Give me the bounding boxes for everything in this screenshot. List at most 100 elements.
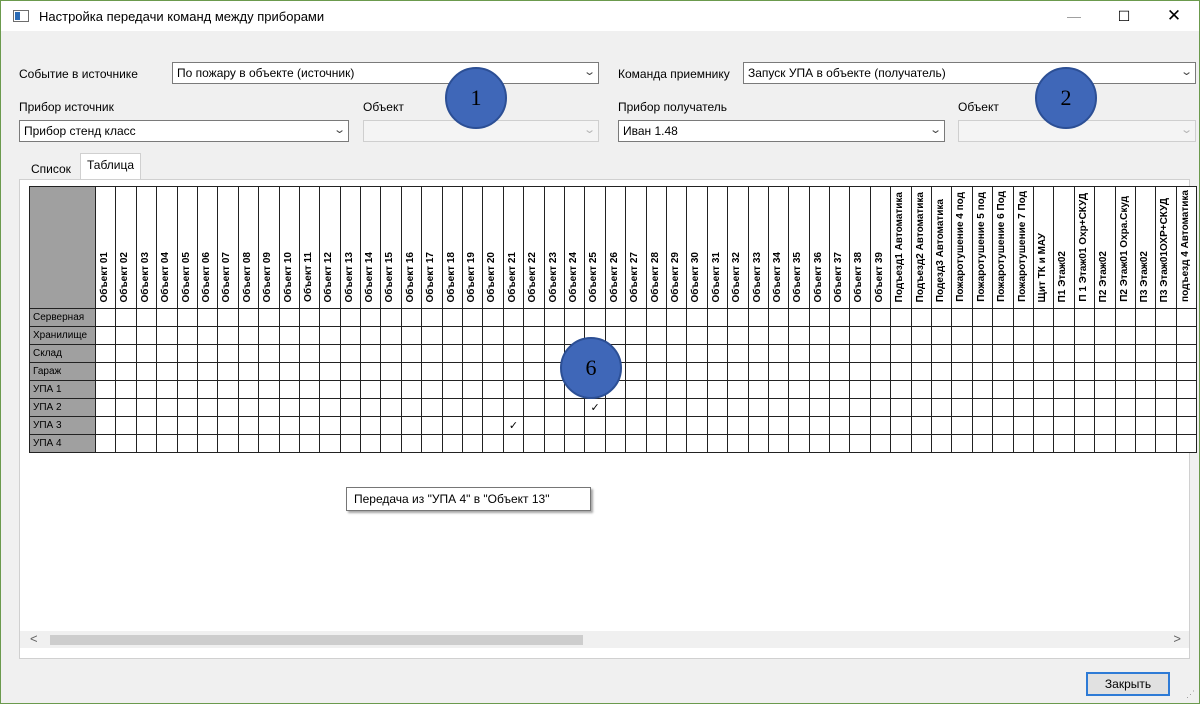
grid-cell[interactable]	[94, 398, 117, 417]
grid-cell[interactable]	[441, 344, 464, 363]
grid-cell[interactable]	[971, 434, 994, 453]
column-header[interactable]: Объект 09	[258, 186, 280, 309]
grid-cell[interactable]	[1073, 416, 1096, 435]
grid-cell[interactable]	[1175, 362, 1198, 381]
grid-cell[interactable]	[767, 344, 790, 363]
grid-cell[interactable]	[319, 362, 341, 381]
grid-cell[interactable]	[462, 434, 484, 453]
row-header[interactable]: Гараж	[29, 362, 96, 381]
grid-cell[interactable]	[788, 416, 810, 435]
grid-cell[interactable]	[1155, 326, 1177, 345]
grid-cell[interactable]	[665, 308, 688, 327]
column-header[interactable]: Объект 10	[278, 186, 300, 309]
grid-cell[interactable]	[298, 434, 321, 453]
grid-cell[interactable]	[1155, 434, 1177, 453]
grid-cell[interactable]	[910, 362, 933, 381]
grid-cell[interactable]	[625, 326, 647, 345]
grid-cell[interactable]	[869, 398, 892, 417]
grid-cell[interactable]	[176, 398, 198, 417]
row-header[interactable]: Склад	[29, 344, 96, 363]
grid-cell[interactable]	[523, 326, 545, 345]
grid-cell[interactable]	[951, 326, 973, 345]
grid-cell[interactable]	[890, 416, 912, 435]
column-header[interactable]: Объект 31	[706, 186, 729, 309]
grid-cell[interactable]	[523, 380, 545, 399]
grid-cell[interactable]	[1134, 362, 1157, 381]
grid-cell[interactable]	[584, 416, 606, 435]
grid-cell[interactable]	[931, 308, 953, 327]
grid-cell[interactable]	[441, 308, 464, 327]
grid-cell[interactable]	[1094, 362, 1116, 381]
grid-cell[interactable]	[1073, 398, 1096, 417]
column-header[interactable]: Объект 29	[665, 186, 688, 309]
grid-cell[interactable]	[462, 380, 484, 399]
grid-cell[interactable]	[156, 434, 178, 453]
grid-cell[interactable]	[665, 398, 688, 417]
column-header[interactable]: Объект 13	[339, 186, 362, 309]
grid-cell[interactable]	[992, 308, 1014, 327]
scroll-right-icon[interactable]: >	[1173, 631, 1181, 646]
column-header[interactable]: Объект 06	[196, 186, 219, 309]
column-header[interactable]: Подъезд1 Автоматика	[890, 186, 912, 309]
grid-cell[interactable]	[1032, 380, 1055, 399]
grid-cell[interactable]	[788, 380, 810, 399]
grid-cell[interactable]	[910, 326, 933, 345]
grid-cell[interactable]	[543, 416, 565, 435]
grid-cell[interactable]	[645, 416, 667, 435]
grid-cell[interactable]	[543, 434, 565, 453]
grid-cell[interactable]	[421, 380, 443, 399]
grid-cell[interactable]	[339, 398, 362, 417]
grid-cell[interactable]	[808, 344, 831, 363]
column-header[interactable]: Объект 21	[502, 186, 525, 309]
grid-cell[interactable]	[237, 434, 260, 453]
grid-cell[interactable]	[665, 344, 688, 363]
grid-cell[interactable]	[1094, 326, 1116, 345]
grid-cell[interactable]	[767, 434, 790, 453]
grid-cell[interactable]	[788, 362, 810, 381]
grid-cell[interactable]	[1155, 380, 1177, 399]
grid-cell[interactable]	[196, 308, 219, 327]
grid-cell[interactable]	[196, 398, 219, 417]
grid-cell[interactable]	[339, 416, 362, 435]
column-header[interactable]: Объект 32	[727, 186, 749, 309]
grid-cell[interactable]	[298, 380, 321, 399]
grid-cell[interactable]	[910, 344, 933, 363]
source-device-select[interactable]: Прибор стенд класс ⌄	[19, 120, 349, 142]
column-header[interactable]: Объект 33	[747, 186, 769, 309]
column-header[interactable]: Объект 30	[686, 186, 708, 309]
grid-cell[interactable]	[400, 344, 423, 363]
grid-cell[interactable]	[482, 434, 504, 453]
column-header[interactable]: Объект 14	[360, 186, 382, 309]
target-command-select[interactable]: Запуск УПА в объекте (получатель) ⌄	[743, 62, 1196, 84]
grid-cell[interactable]	[727, 416, 749, 435]
grid-cell[interactable]	[380, 308, 402, 327]
grid-cell[interactable]	[1053, 398, 1075, 417]
grid-cell[interactable]	[94, 380, 117, 399]
grid-cell[interactable]	[502, 308, 525, 327]
grid-cell[interactable]	[482, 326, 504, 345]
grid-cell[interactable]	[645, 380, 667, 399]
grid-cell[interactable]	[400, 380, 423, 399]
grid-cell[interactable]	[441, 362, 464, 381]
grid-cell[interactable]	[543, 326, 565, 345]
grid-cell[interactable]	[686, 308, 708, 327]
column-header[interactable]: Объект 08	[237, 186, 260, 309]
grid-cell[interactable]	[502, 380, 525, 399]
grid-cell[interactable]	[543, 398, 565, 417]
grid-cell[interactable]	[462, 362, 484, 381]
target-device-select[interactable]: Иван 1.48 ⌄	[618, 120, 945, 142]
grid-cell[interactable]	[1114, 362, 1136, 381]
grid-cell[interactable]	[951, 344, 973, 363]
row-header[interactable]: УПА 1	[29, 380, 96, 399]
grid-cell[interactable]	[319, 416, 341, 435]
grid-cell[interactable]	[829, 380, 851, 399]
grid-cell[interactable]	[298, 308, 321, 327]
grid-cell[interactable]	[1073, 434, 1096, 453]
grid-cell[interactable]	[849, 308, 871, 327]
grid-cell[interactable]	[1094, 434, 1116, 453]
column-header[interactable]: Щит ТК и МАУ	[1032, 186, 1055, 309]
grid-cell[interactable]	[706, 416, 729, 435]
grid-cell[interactable]	[869, 308, 892, 327]
grid-cell[interactable]	[94, 362, 117, 381]
grid-cell[interactable]	[115, 416, 137, 435]
